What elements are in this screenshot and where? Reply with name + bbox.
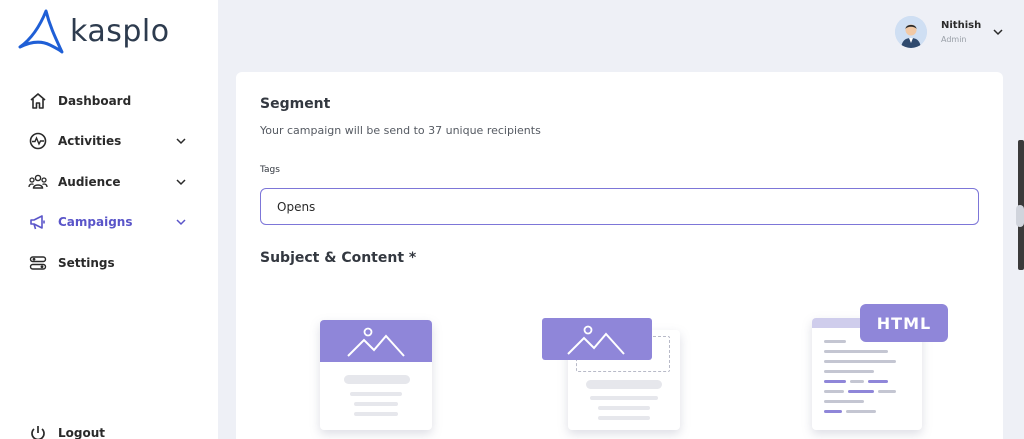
code-line — [824, 380, 846, 383]
user-info: Nithish Admin — [941, 20, 981, 44]
text-line — [354, 412, 398, 416]
template-option-image[interactable] — [320, 320, 432, 430]
user-avatar-icon — [895, 16, 927, 48]
code-line — [824, 400, 864, 403]
home-icon — [28, 91, 48, 111]
sidebar-item-label: Activities — [58, 134, 122, 148]
megaphone-icon — [28, 212, 48, 232]
logout-label: Logout — [58, 426, 106, 439]
template-option-drag-drop[interactable] — [542, 316, 682, 430]
code-line — [824, 340, 846, 343]
code-line — [848, 390, 874, 393]
template-option-html[interactable]: HTML — [810, 304, 950, 430]
user-name: Nithish — [941, 20, 982, 31]
text-line — [350, 392, 402, 396]
campaign-form-card: Segment Your campaign will be send to 37… — [236, 72, 1003, 439]
activity-icon — [28, 131, 48, 151]
power-icon — [28, 423, 48, 439]
text-line — [598, 406, 650, 410]
code-line — [824, 410, 842, 413]
image-placeholder-icon — [347, 327, 405, 357]
kasplo-logo-icon — [18, 9, 64, 54]
sidebar: kasplo Dashboard Activities Audience Cam… — [0, 0, 218, 439]
kasplo-logo[interactable]: kasplo — [16, 9, 206, 55]
text-line — [354, 402, 398, 406]
subject-content-title: Subject & Content * — [260, 250, 417, 266]
sidebar-item-label: Dashboard — [58, 94, 132, 108]
code-line — [878, 390, 896, 393]
sidebar-item-dashboard[interactable]: Dashboard — [28, 89, 193, 113]
chevron-down-icon[interactable] — [175, 135, 187, 147]
sidebar-item-audience[interactable]: Audience — [28, 170, 193, 194]
sidebar-item-label: Settings — [58, 256, 115, 270]
code-line — [824, 350, 888, 353]
text-line — [344, 375, 410, 384]
users-icon — [28, 172, 48, 192]
tags-label: Tags — [260, 165, 280, 175]
text-line — [590, 396, 658, 400]
code-line — [868, 380, 888, 383]
code-line — [824, 370, 874, 373]
code-line — [846, 410, 876, 413]
chevron-down-icon[interactable] — [993, 28, 1003, 36]
code-line — [824, 360, 896, 363]
code-line — [850, 380, 864, 383]
code-line — [824, 390, 844, 393]
toggle-settings-icon — [28, 253, 48, 273]
user-role: Admin — [941, 35, 967, 44]
text-line — [586, 380, 662, 389]
user-menu[interactable]: Nithish Admin — [895, 16, 981, 48]
image-placeholder-icon — [567, 325, 625, 355]
segment-description: Your campaign will be send to 37 unique … — [260, 124, 541, 137]
chevron-down-icon[interactable] — [175, 176, 187, 188]
sidebar-item-settings[interactable]: Settings — [28, 251, 193, 275]
sidebar-item-activities[interactable]: Activities — [28, 129, 193, 153]
sidebar-item-label: Audience — [58, 175, 121, 189]
html-badge: HTML — [860, 304, 948, 342]
logout-button[interactable]: Logout — [28, 421, 193, 439]
chevron-down-icon[interactable] — [175, 216, 187, 228]
scrollbar-thumb[interactable] — [1016, 205, 1024, 227]
sidebar-item-label: Campaigns — [58, 215, 133, 229]
segment-title: Segment — [260, 96, 331, 112]
text-line — [598, 416, 650, 420]
tags-input[interactable]: Opens — [260, 188, 979, 225]
avatar — [895, 16, 927, 48]
brand-name: kasplo — [70, 14, 170, 49]
sidebar-item-campaigns[interactable]: Campaigns — [28, 210, 193, 234]
